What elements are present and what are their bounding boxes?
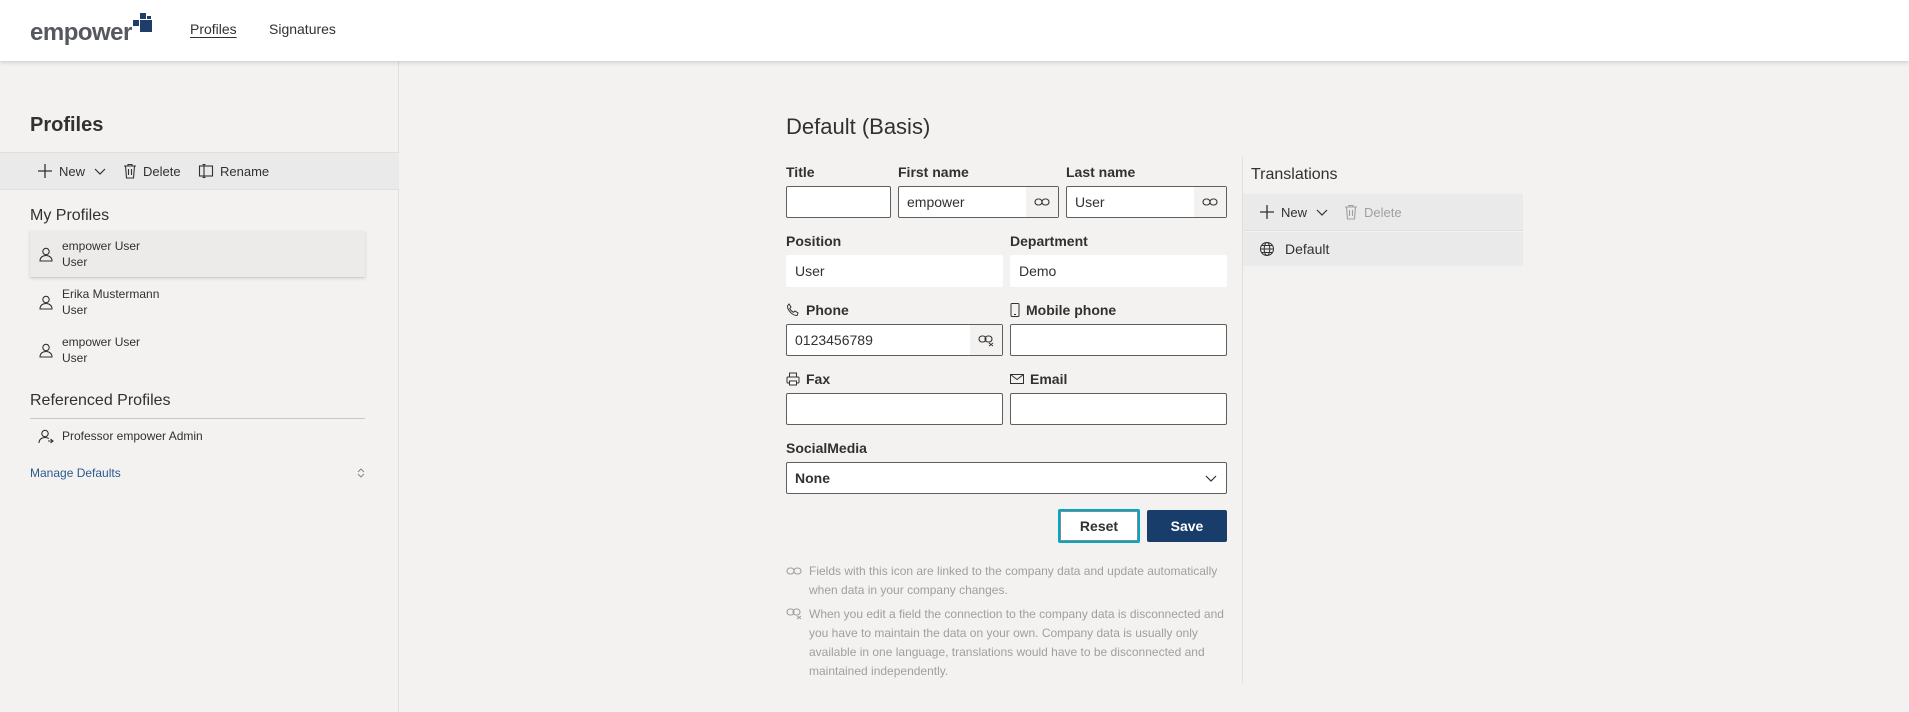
social-media-dropdown[interactable]: None (786, 462, 1227, 494)
save-button[interactable]: Save (1147, 510, 1227, 542)
mobile-phone-label-text: Mobile phone (1026, 302, 1117, 318)
translation-label: Default (1285, 241, 1330, 257)
profiles-command-bar: New Delete Rename (0, 152, 399, 190)
email-label-text: Email (1030, 371, 1068, 387)
fax-field[interactable] (786, 393, 1003, 425)
profile-role: User (62, 255, 88, 269)
new-profile-button[interactable]: New (37, 153, 113, 189)
rename-icon (198, 163, 214, 179)
referenced-profile-item[interactable]: Professor empower Admin (30, 423, 203, 449)
title-label: Title (786, 164, 815, 180)
position-field[interactable]: User (786, 255, 1003, 287)
manage-defaults-link[interactable]: Manage Defaults (30, 466, 121, 480)
chevron-down-icon (1196, 471, 1226, 485)
translation-item-default[interactable]: Default (1243, 232, 1523, 266)
last-name-field[interactable]: User (1066, 186, 1227, 218)
last-name-label: Last name (1066, 164, 1136, 180)
linked-hint-text: Fields with this icon are linked to the … (809, 564, 1218, 597)
reset-button[interactable]: Reset (1058, 509, 1140, 543)
printer-icon (786, 372, 800, 386)
title-field[interactable] (786, 186, 891, 218)
nav-profiles[interactable]: Profiles (190, 21, 237, 37)
sort-icon[interactable] (357, 468, 365, 478)
first-name-value: empower (907, 194, 965, 210)
profile-item[interactable]: Erika Mustermann User (30, 279, 365, 325)
position-value: User (795, 263, 825, 279)
top-header: empower Profiles Signatures (0, 0, 1909, 61)
unlink-icon[interactable] (970, 325, 1002, 355)
rename-profile-button[interactable]: Rename (198, 153, 269, 189)
delete-label: Delete (143, 163, 181, 179)
referenced-profile-name: Professor empower Admin (62, 429, 203, 443)
position-label: Position (786, 233, 842, 249)
delete-profile-button[interactable]: Delete (123, 153, 181, 189)
translations-command-bar: New Delete (1243, 194, 1523, 231)
new-label: New (59, 163, 86, 179)
link-icon[interactable] (1194, 187, 1226, 217)
person-link-icon (30, 428, 62, 444)
profile-name: Erika Mustermann (62, 287, 160, 301)
fax-label-text: Fax (806, 371, 831, 387)
link-icon[interactable] (1026, 187, 1058, 217)
profile-name: empower User (62, 239, 141, 253)
profiles-sidebar: Profiles New Delete Rename My Profiles e… (0, 61, 399, 712)
referenced-profiles-heading: Referenced Profiles (30, 392, 171, 409)
email-field[interactable] (1010, 393, 1227, 425)
first-name-label: First name (898, 164, 969, 180)
nav-signatures[interactable]: Signatures (269, 21, 336, 37)
profile-item[interactable]: empower User User (30, 327, 365, 373)
person-icon (30, 342, 62, 358)
link-icon (786, 562, 809, 600)
mail-icon (1010, 374, 1024, 384)
chevron-down-icon (94, 168, 106, 175)
globe-icon (1260, 242, 1274, 256)
translations-heading: Translations (1251, 166, 1338, 183)
mobile-phone-icon (1010, 303, 1020, 317)
logo-mark-icon (132, 13, 152, 32)
fax-label: Fax (786, 371, 830, 387)
trash-icon (1345, 204, 1357, 220)
sidebar-title: Profiles (30, 114, 104, 136)
phone-icon (786, 303, 799, 317)
email-label: Email (1010, 371, 1067, 387)
phone-label: Phone (786, 302, 849, 318)
unlinked-hint-text: When you edit a field the connection to … (809, 607, 1224, 678)
first-name-field[interactable]: empower (898, 186, 1059, 218)
mobile-phone-field[interactable] (1010, 324, 1227, 356)
add-icon (1260, 205, 1274, 219)
new-translation-button[interactable]: New (1259, 194, 1335, 230)
new-translation-label: New (1281, 204, 1308, 220)
rename-label: Rename (220, 163, 270, 179)
empower-logo[interactable]: empower (30, 9, 153, 45)
profile-item[interactable]: empower User User (30, 231, 365, 277)
unlinked-hint: When you edit a field the connection to … (786, 605, 1226, 681)
logo-text: empower (30, 19, 132, 46)
phone-value: 0123456789 (795, 332, 873, 348)
profile-role: User (62, 351, 88, 365)
delete-translation-label: Delete (1364, 204, 1402, 220)
department-value: Demo (1019, 263, 1057, 279)
my-profiles-heading: My Profiles (30, 207, 110, 224)
social-media-value: None (795, 470, 830, 486)
profile-role: User (62, 303, 88, 317)
unlink-icon (786, 605, 809, 681)
trash-icon (124, 163, 136, 179)
profile-name: empower User (62, 335, 141, 349)
divider (30, 418, 365, 419)
linked-hint: Fields with this icon are linked to the … (786, 562, 1226, 600)
delete-translation-button[interactable]: Delete (1344, 194, 1402, 230)
department-label: Department (1010, 233, 1088, 249)
chevron-down-icon (1316, 209, 1328, 216)
mobile-phone-label: Mobile phone (1010, 302, 1116, 318)
person-icon (30, 294, 62, 310)
profile-title: Default (Basis) (786, 114, 931, 139)
phone-label-text: Phone (806, 302, 849, 318)
add-icon (38, 164, 52, 178)
department-field[interactable]: Demo (1010, 255, 1227, 287)
social-media-label: SocialMedia (786, 440, 867, 456)
phone-field[interactable]: 0123456789 (786, 324, 1003, 356)
person-icon (30, 246, 62, 262)
last-name-value: User (1075, 194, 1105, 210)
